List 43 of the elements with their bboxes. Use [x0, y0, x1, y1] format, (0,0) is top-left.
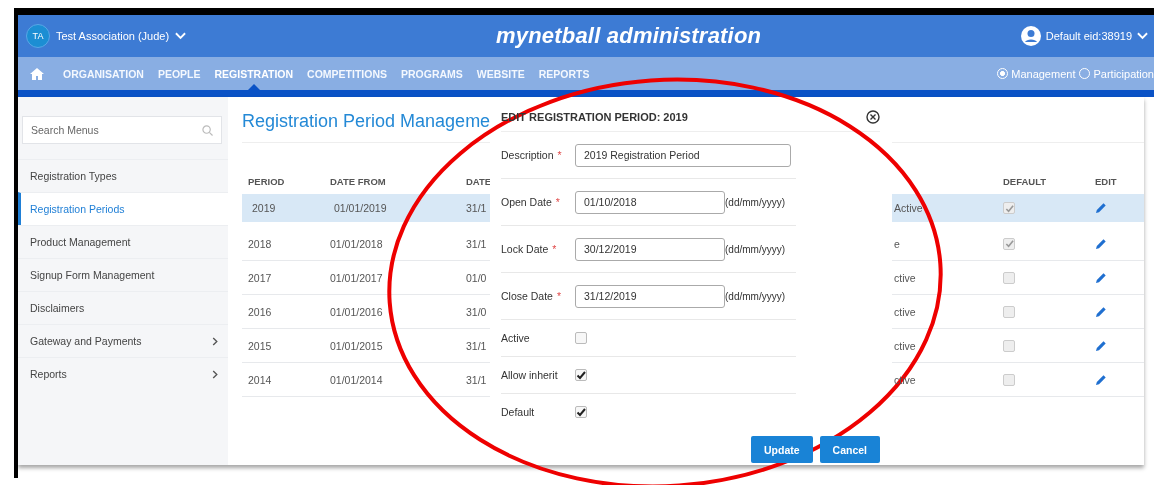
table-cell: 01/01/2014 [330, 373, 383, 386]
table-cell: Active [894, 202, 923, 214]
table-cell: 01/01/2018 [330, 237, 383, 250]
table-cell: 31/1 [466, 373, 487, 386]
table-cell: 01/01/2015 [330, 339, 383, 352]
date-format-hint: (dd/mm/yyyy) [725, 243, 785, 255]
column-header: PERIOD [247, 175, 286, 187]
table-cell: 31/1 [466, 339, 487, 352]
column-header: DATE [465, 175, 493, 187]
date-format-hint: (dd/mm/yyyy) [725, 290, 785, 302]
table-cell: ctive [894, 339, 916, 352]
field-label: Allow inherit [501, 369, 558, 381]
field-label: Default [501, 406, 535, 418]
app-title: mynetball administration [496, 23, 763, 49]
table-cell: 31/1 [466, 237, 487, 250]
table-cell: ctive [894, 305, 916, 318]
column-header: EDIT [1094, 175, 1118, 187]
required-mark: * [552, 243, 557, 255]
table-cell: 01/01/2016 [330, 305, 383, 318]
required-mark: * [556, 290, 562, 302]
table-cell: 2014 [248, 373, 272, 386]
required-mark: * [555, 196, 560, 208]
field-label: Description [501, 149, 554, 161]
field-label: Open Date [501, 196, 552, 208]
table-cell: 2017 [248, 271, 272, 284]
table-cell: 01/0 [466, 271, 487, 284]
table-cell: 2015 [248, 339, 272, 352]
date-format-hint: (dd/mm/yyyy) [725, 196, 785, 208]
table-cell: 31/1 [466, 202, 487, 214]
table-cell: 01/01/2019 [334, 202, 387, 214]
column-header: DATE FROM [329, 175, 387, 187]
column-header: DEFAULT [1002, 175, 1048, 187]
table-cell: 31/0 [466, 305, 487, 318]
table-cell: e [894, 237, 900, 250]
required-mark: * [557, 149, 562, 161]
field-label: Active [501, 332, 530, 344]
table-cell: ctive [894, 271, 916, 284]
table-cell: 2018 [248, 237, 272, 250]
field-label: Close Date [501, 290, 553, 302]
table-cell: 2019 [252, 202, 276, 214]
table-cell: 2016 [248, 305, 272, 318]
table-cell: 01/01/2017 [330, 271, 383, 284]
field-label: Lock Date [501, 243, 549, 255]
